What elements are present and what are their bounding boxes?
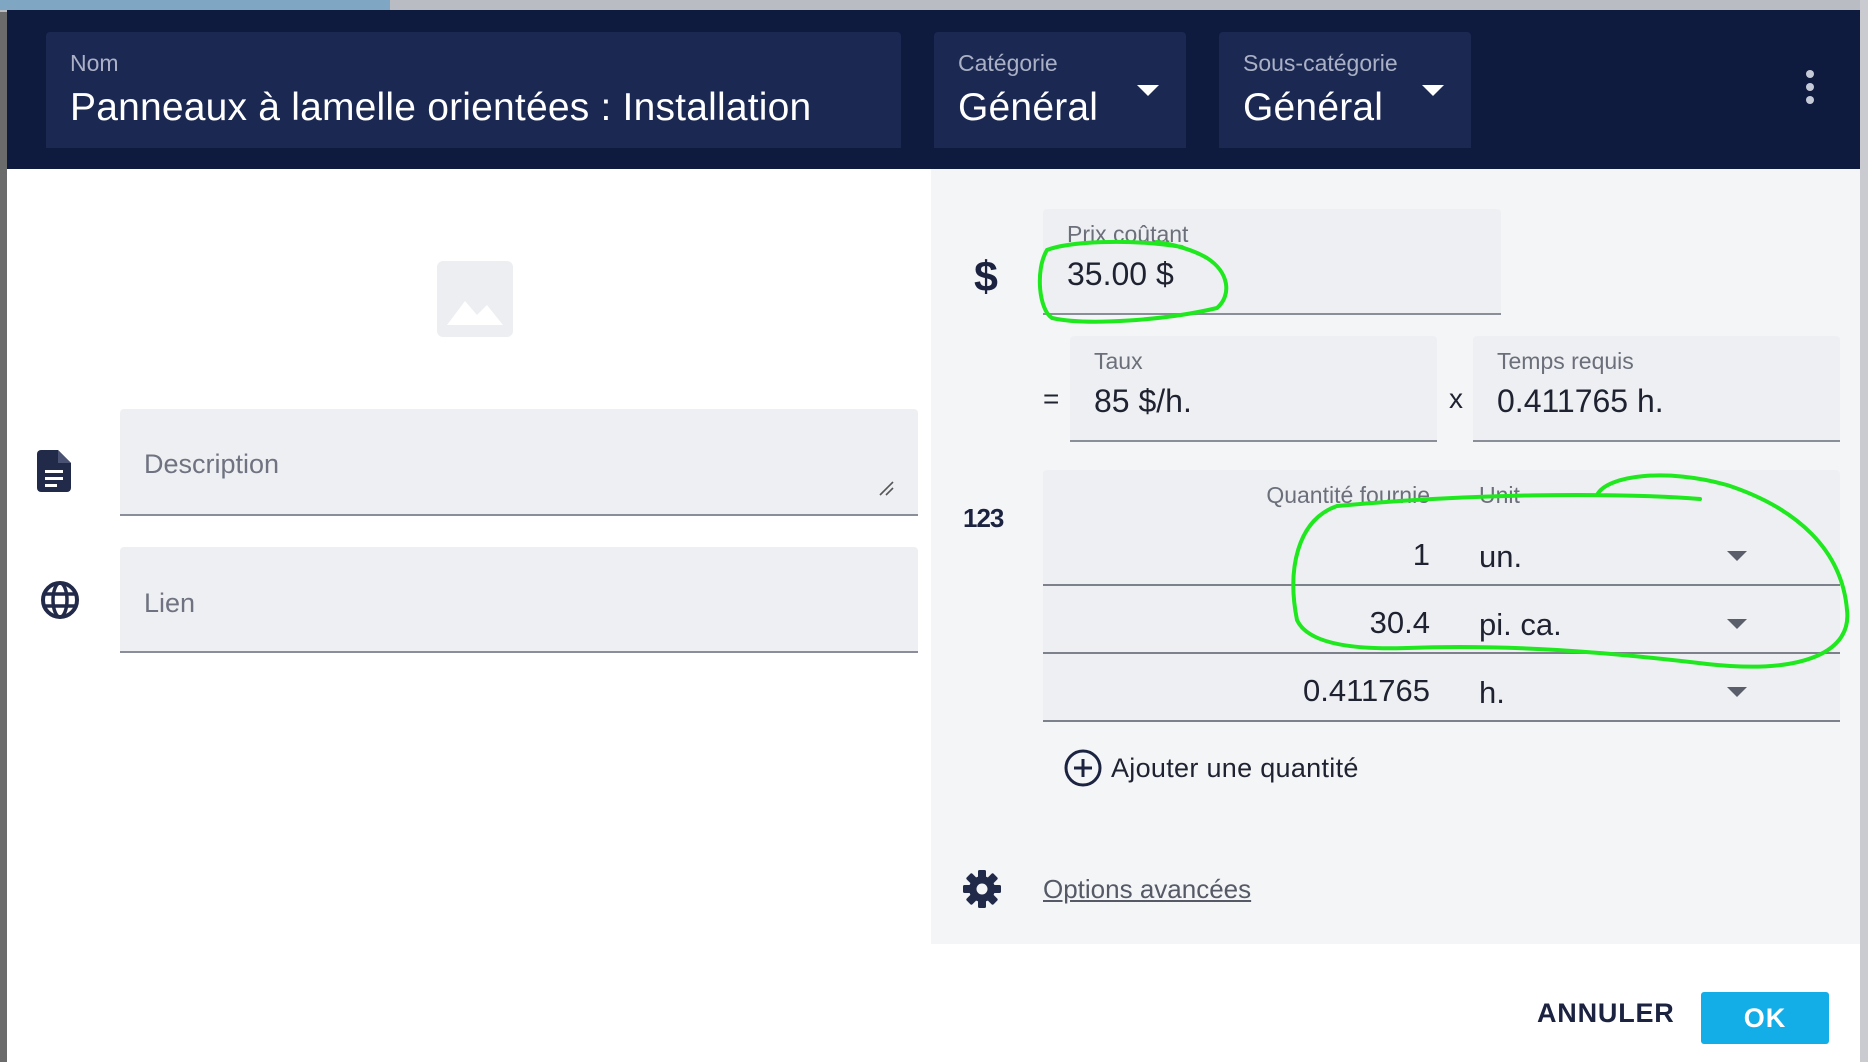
unit-value[interactable]: un. xyxy=(1479,539,1522,575)
quantity-row[interactable]: 0.411765 h. xyxy=(1043,655,1840,722)
description-field[interactable]: Description xyxy=(120,409,918,516)
cost-price-label: Prix coûtant xyxy=(1067,221,1189,247)
name-field[interactable]: Nom Panneaux à lamelle orientées : Insta… xyxy=(46,32,901,148)
times-sign: x xyxy=(1449,383,1463,414)
numbers-icon: 123 xyxy=(963,503,1004,533)
background-right xyxy=(1860,0,1868,1062)
subcategory-value: Général xyxy=(1243,86,1384,129)
quantity-value[interactable]: 1 xyxy=(1413,537,1430,573)
description-placeholder: Description xyxy=(144,449,280,479)
equals-sign: = xyxy=(1043,383,1060,414)
dialog-header: Nom Panneaux à lamelle orientées : Insta… xyxy=(7,10,1860,169)
quantity-table: Quantité fournie Unit 1 un. 30.4 pi. ca.… xyxy=(1043,470,1840,722)
rate-label: Taux xyxy=(1094,348,1143,374)
cancel-button[interactable]: ANNULER xyxy=(1537,998,1675,1029)
plus-circle-icon xyxy=(1064,749,1102,787)
unit-value[interactable]: pi. ca. xyxy=(1479,607,1562,643)
globe-icon xyxy=(40,580,80,625)
rate-field[interactable]: Taux 85 $/h. xyxy=(1070,336,1437,442)
quantity-row[interactable]: 30.4 pi. ca. xyxy=(1043,587,1840,654)
time-required-label: Temps requis xyxy=(1497,348,1634,374)
background-strip xyxy=(0,0,390,10)
quantity-row[interactable]: 1 un. xyxy=(1043,519,1840,586)
category-select[interactable]: Catégorie Général xyxy=(934,32,1186,148)
right-pane: $ Prix coûtant 35.00 $ = Taux 85 $/h. x … xyxy=(931,169,1860,944)
name-label: Nom xyxy=(70,50,119,76)
chevron-down-icon[interactable] xyxy=(1727,551,1747,561)
category-label: Catégorie xyxy=(958,50,1058,76)
link-placeholder: Lien xyxy=(144,588,196,618)
cost-price-value: 35.00 $ xyxy=(1067,256,1174,292)
chevron-down-icon[interactable] xyxy=(1727,687,1747,697)
name-value: Panneaux à lamelle orientées : Installat… xyxy=(70,86,812,129)
subcategory-select[interactable]: Sous-catégorie Général xyxy=(1219,32,1471,148)
ok-button[interactable]: OK xyxy=(1701,992,1829,1044)
resize-handle-icon[interactable] xyxy=(878,480,894,496)
document-icon xyxy=(37,450,71,497)
chevron-down-icon[interactable] xyxy=(1727,619,1747,629)
left-pane: Description Lien xyxy=(7,169,931,1062)
category-value: Général xyxy=(958,86,1099,129)
quantity-header: Quantité fournie xyxy=(1266,482,1430,508)
subcategory-label: Sous-catégorie xyxy=(1243,50,1398,76)
time-required-value: 0.411765 h. xyxy=(1497,383,1664,419)
unit-header: Unit xyxy=(1479,482,1520,508)
gear-icon xyxy=(961,868,1003,915)
link-field[interactable]: Lien xyxy=(120,547,918,653)
image-placeholder-icon[interactable] xyxy=(437,261,513,337)
chevron-down-icon xyxy=(1422,85,1444,96)
time-required-field[interactable]: Temps requis 0.411765 h. xyxy=(1473,336,1840,442)
quantity-value[interactable]: 0.411765 xyxy=(1303,673,1430,709)
advanced-options-link[interactable]: Options avancées xyxy=(1043,874,1251,905)
dollar-icon: $ xyxy=(974,253,998,301)
rate-value: 85 $/h. xyxy=(1094,383,1192,419)
chevron-down-icon xyxy=(1137,85,1159,96)
item-dialog: Nom Panneaux à lamelle orientées : Insta… xyxy=(7,10,1860,1062)
more-options-icon[interactable] xyxy=(1800,70,1820,110)
unit-value[interactable]: h. xyxy=(1479,675,1505,711)
add-quantity-button[interactable]: Ajouter une quantité xyxy=(1063,748,1359,788)
add-quantity-label: Ajouter une quantité xyxy=(1111,752,1359,783)
cost-price-field[interactable]: Prix coûtant 35.00 $ xyxy=(1043,209,1501,315)
quantity-value[interactable]: 30.4 xyxy=(1370,605,1430,641)
